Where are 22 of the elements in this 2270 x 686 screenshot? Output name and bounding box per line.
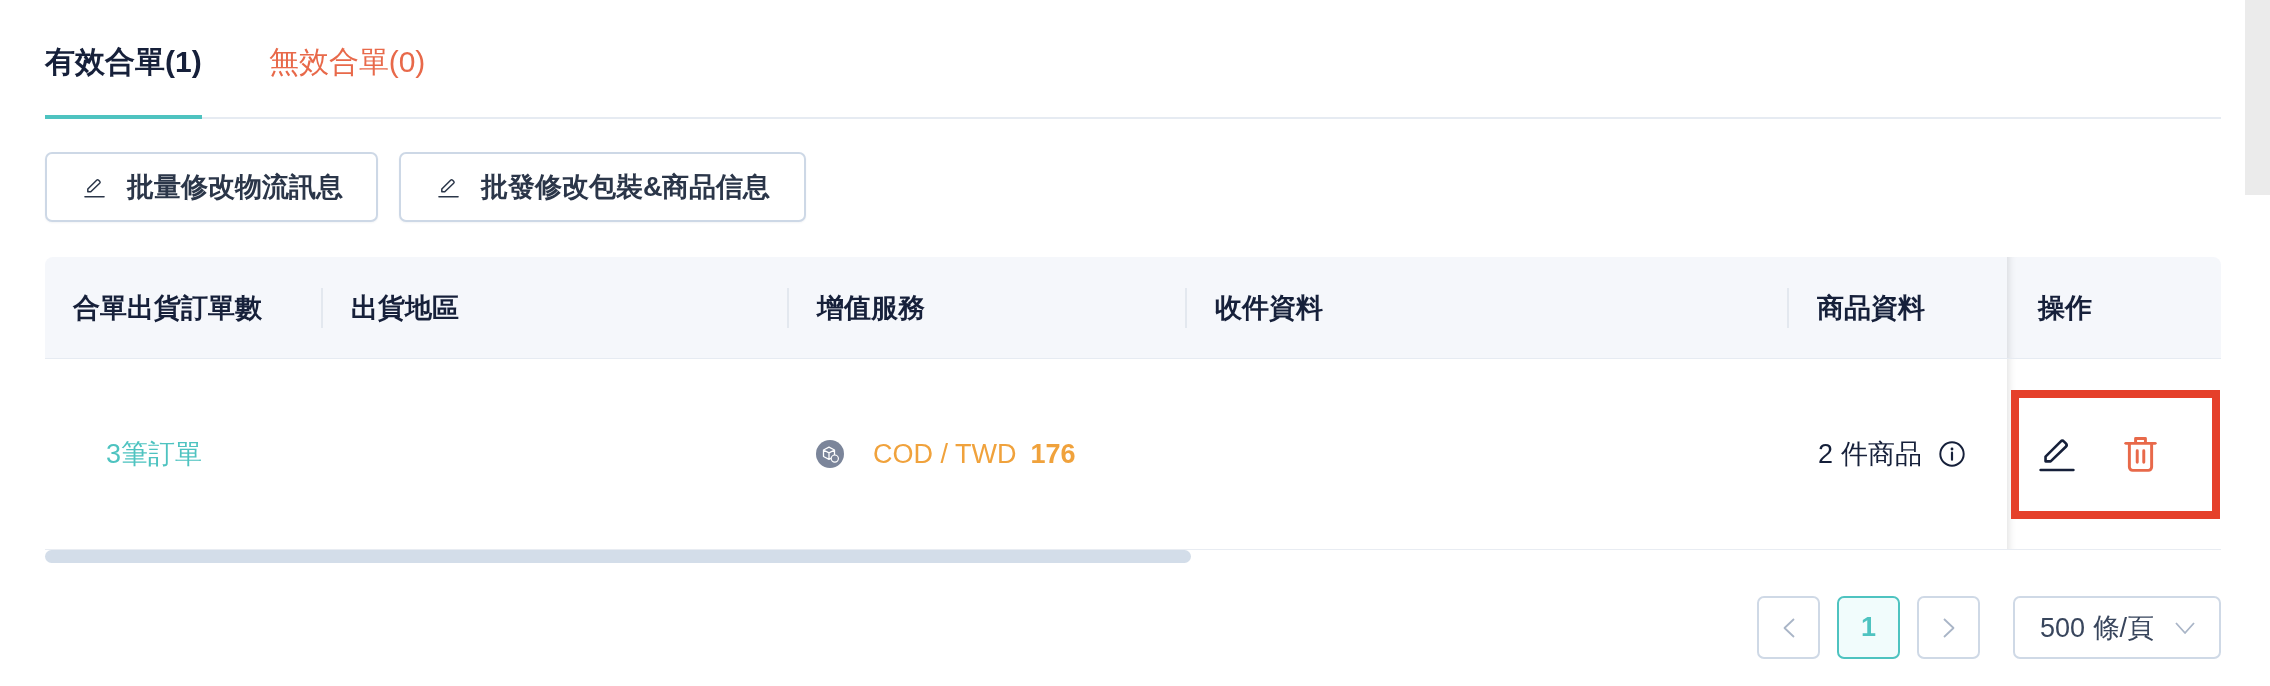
- info-icon[interactable]: [1938, 441, 1965, 467]
- service-label: COD / TWD: [873, 438, 1017, 470]
- chevron-right-icon: [1942, 617, 1955, 638]
- tab[interactable]: 有效合單(1): [45, 0, 202, 119]
- product-count: 2 件商品: [1818, 438, 1922, 471]
- pencil-icon[interactable]: [2039, 436, 2075, 472]
- service-amount: 176: [1030, 438, 1076, 470]
- pencil-icon: [84, 176, 105, 198]
- horizontal-scrollbar[interactable]: [45, 550, 1191, 563]
- trash-icon[interactable]: [2124, 436, 2157, 472]
- chevron-down-icon: [2175, 621, 2195, 634]
- page-size-select[interactable]: 500 條/頁: [2013, 596, 2221, 659]
- pencil-icon: [438, 176, 459, 198]
- toolbar-button[interactable]: 批發修改包裝&商品信息: [399, 152, 806, 222]
- column-header: 增值服務: [789, 257, 1187, 358]
- chevron-left-icon: [1782, 617, 1795, 638]
- toolbar-button[interactable]: 批量修改物流訊息: [45, 152, 378, 222]
- column-header: 合單出貨訂單數: [45, 257, 323, 358]
- column-header: 收件資料: [1187, 257, 1789, 358]
- column-header: 操作: [2007, 257, 2221, 358]
- column-header: 出貨地區: [323, 257, 789, 358]
- package-icon: [816, 440, 844, 468]
